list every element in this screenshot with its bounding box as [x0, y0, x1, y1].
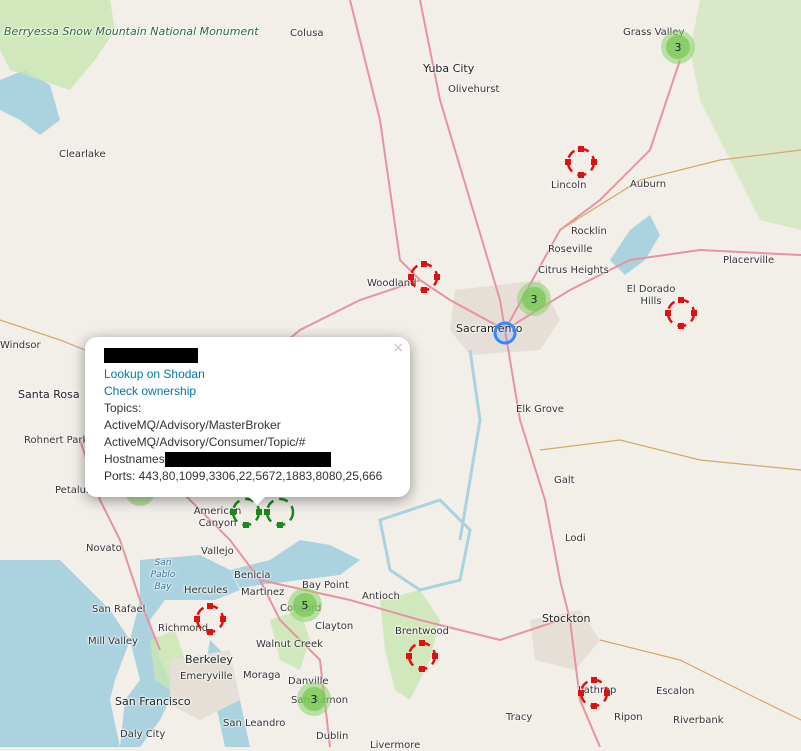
- place-label-san-francisco: San Francisco: [115, 695, 191, 708]
- place-label-san-rafael: San Rafael: [92, 604, 146, 615]
- topic-item: ActiveMQ/Advisory/Consumer/Topic/#: [104, 435, 306, 449]
- red-target-marker[interactable]: [564, 145, 598, 179]
- place-label-galt: Galt: [554, 475, 575, 486]
- place-label-daly-city: Daly City: [120, 729, 166, 740]
- place-label-elk-grove: Elk Grove: [516, 404, 564, 415]
- popup-tip: [247, 495, 267, 505]
- place-label-berkeley: Berkeley: [185, 653, 233, 666]
- cluster-count: 3: [666, 35, 690, 59]
- lookup-shodan-link[interactable]: Lookup on Shodan: [104, 367, 205, 381]
- cluster-marker-sacramento[interactable]: 3: [517, 282, 551, 316]
- place-label-roseville: Roseville: [548, 244, 593, 255]
- red-target-marker[interactable]: [577, 676, 611, 710]
- selected-location-marker[interactable]: [492, 320, 518, 346]
- place-label-dublin: Dublin: [316, 731, 349, 742]
- check-ownership-link[interactable]: Check ownership: [104, 384, 196, 398]
- place-label-rocklin: Rocklin: [571, 226, 607, 237]
- place-label-benicia: Benicia: [234, 570, 271, 581]
- place-label-mill-valley: Mill Valley: [88, 636, 138, 647]
- place-label-antioch: Antioch: [362, 591, 400, 602]
- place-label-walnut-creek: Walnut Creek: [256, 639, 323, 650]
- green-target-marker[interactable]: [263, 495, 297, 529]
- place-label-windsor: Windsor: [0, 340, 41, 351]
- redacted-hostnames-block: [164, 452, 331, 468]
- redacted-ip-block: [104, 348, 198, 364]
- cluster-marker-concord[interactable]: 5: [288, 588, 322, 622]
- place-label-ripon: Ripon: [614, 712, 643, 723]
- place-label-hercules: Hercules: [184, 585, 228, 596]
- place-label-lincoln: Lincoln: [551, 180, 587, 191]
- topics-label: Topics:: [104, 401, 142, 415]
- red-target-marker[interactable]: [407, 260, 441, 294]
- place-label-escalon: Escalon: [656, 686, 695, 697]
- place-label-berryessa: Berryessa Snow Mountain National Monumen…: [4, 25, 259, 39]
- place-label-emeryville: Emeryville: [180, 671, 233, 682]
- place-label-olivehurst: Olivehurst: [448, 84, 500, 95]
- place-label-martinez: Martinez: [241, 587, 285, 598]
- red-target-marker[interactable]: [193, 602, 227, 636]
- place-label-stockton: Stockton: [542, 612, 591, 625]
- cluster-count: 3: [302, 687, 326, 711]
- place-label-lodi: Lodi: [565, 533, 586, 544]
- place-label-yuba-city: Yuba City: [423, 62, 475, 75]
- place-label-auburn: Auburn: [630, 179, 667, 190]
- ports-text: Ports: 443,80,1099,3306,22,5672,1883,808…: [104, 469, 383, 483]
- hostnames-label: Hostnames: [104, 452, 165, 466]
- place-label-clearlake: Clearlake: [59, 149, 106, 160]
- place-label-vallejo: Vallejo: [201, 546, 234, 557]
- red-target-marker[interactable]: [664, 296, 698, 330]
- cluster-marker-san-ramon[interactable]: 3: [297, 682, 331, 716]
- place-label-clayton: Clayton: [315, 621, 354, 632]
- place-label-colusa: Colusa: [290, 28, 324, 39]
- place-label-livermore: Livermore: [370, 740, 421, 751]
- place-label-moraga: Moraga: [243, 670, 281, 681]
- place-label-santa-rosa: Santa Rosa: [18, 388, 80, 401]
- cluster-marker-grass-valley[interactable]: 3: [661, 30, 695, 64]
- popup-content: Lookup on Shodan Check ownership Topics:…: [104, 347, 400, 485]
- place-label-san-pablo-bay: San Pablo Bay: [150, 558, 176, 592]
- info-popup: × Lookup on Shodan Check ownership Topic…: [85, 337, 410, 497]
- place-label-riverbank: Riverbank: [673, 715, 724, 726]
- cluster-count: 5: [293, 593, 317, 617]
- place-label-brentwood: Brentwood: [395, 626, 449, 637]
- place-label-san-leandro: San Leandro: [223, 718, 286, 729]
- red-target-marker[interactable]: [405, 639, 439, 673]
- place-label-tracy: Tracy: [506, 712, 533, 723]
- place-label-novato: Novato: [86, 543, 122, 554]
- cluster-count: 3: [522, 287, 546, 311]
- topic-item: ActiveMQ/Advisory/MasterBroker: [104, 418, 281, 432]
- place-label-placerville: Placerville: [723, 255, 775, 266]
- place-label-rohnert-park: Rohnert Park: [24, 435, 89, 446]
- place-label-citrus-heights: Citrus Heights: [538, 265, 609, 276]
